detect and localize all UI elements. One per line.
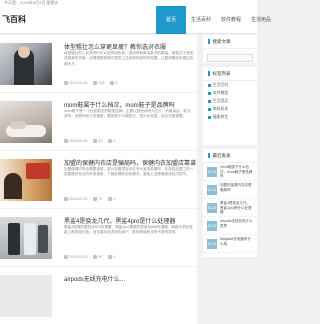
tag-link[interactable]: 数码科技	[203, 105, 257, 113]
recent-title[interactable]: airpods无线充电什么意思	[220, 219, 253, 233]
post-thumbnail[interactable]	[0, 275, 52, 317]
post-meta: 2024-05-03 95 0	[64, 255, 115, 260]
post-title[interactable]: 黑鲨4是骁龙几代，黑鲨4pro是什么处理器	[64, 216, 196, 225]
post-meta: 2024-05-03 81 0	[64, 139, 115, 144]
recent-posts-widget: 最近发表 11-03 mom鞋属于什么档次，mom鞋子是品牌吗 11-03 加盟…	[203, 149, 257, 257]
post-thumbnail[interactable]	[0, 101, 52, 143]
site-header: 飞百科 首页 生活百科 软件教程 生活用品	[0, 5, 271, 34]
eye-icon	[93, 139, 98, 144]
post-card[interactable]: 体型粗壮怎么穿更显瘦？教你选对衣服 体型粗壮的人在穿衣时可以选择深色系、直线条和…	[0, 35, 197, 92]
post-excerpt: 黑鲨4搭载的是骁龙870处理器，黑鲨4pro搭载的是骁龙888处理器，两款手机在…	[64, 225, 193, 235]
post-comments: 0	[110, 81, 117, 86]
eye-icon	[93, 81, 98, 86]
post-excerpt: mom鞋子是一个比较常见的鞋类品牌，主要以舒适休闲为主打，价格亲民，款式多样，深…	[64, 109, 191, 119]
post-date: 2024-05-03	[64, 81, 87, 86]
site-logo[interactable]: 飞百科	[0, 14, 26, 25]
widget-title: 最近发表	[203, 149, 257, 163]
tag-link[interactable]: 软件教程	[203, 89, 257, 97]
tag-link[interactable]: 生活百科	[203, 81, 257, 89]
recent-title[interactable]: 黑鲨4是骁龙几代，黑鲨4pro是什么处理器	[220, 201, 253, 215]
post-date: 2024-05-03	[64, 197, 87, 202]
post-card[interactable]: airpods无线充电什么…	[0, 267, 197, 324]
post-comments: 0	[108, 255, 115, 260]
tags-widget: 标签列表 生活百科 软件教程 生活用品 数码科技 健康养生	[203, 67, 257, 145]
post-card[interactable]: 黑鲨4是骁龙几代，黑鲨4pro是什么处理器 黑鲨4搭载的是骁龙870处理器，黑鲨…	[0, 209, 197, 266]
tag-link[interactable]: 生活用品	[203, 97, 257, 105]
post-thumbnail[interactable]	[0, 217, 52, 259]
recent-date: 11-03	[207, 203, 217, 213]
post-excerpt: 体型粗壮的人在穿衣时可以选择深色系、直线条和简洁款式的服装，避免过于宽松或紧身的…	[64, 51, 194, 66]
clock-icon	[64, 255, 68, 260]
post-title[interactable]: 体型粗壮怎么穿更显瘦？教你选对衣服	[64, 42, 196, 51]
post-comments: 0	[108, 139, 115, 144]
post-title[interactable]: 加盟的保健内衣店是骗局吗，保健内衣加盟店靠谱吗	[64, 158, 196, 167]
clock-icon	[64, 81, 68, 86]
comment-icon	[108, 255, 113, 260]
post-views: 133	[93, 81, 104, 86]
clock-icon	[64, 197, 68, 202]
post-views: 72	[93, 197, 102, 202]
recent-date: 11-03	[207, 185, 217, 195]
recent-title[interactable]: 加盟的保健内衣店是骗局吗	[220, 183, 253, 197]
recent-title[interactable]: mom鞋属于什么档次，mom鞋子是品牌吗	[220, 165, 253, 179]
post-views: 81	[93, 139, 102, 144]
post-date: 2024-05-03	[64, 255, 87, 260]
recent-post-item[interactable]: 11-02 airpods无线充电什么意思	[203, 217, 257, 235]
date-text: 今天是：2024年5月3日 星期五	[4, 0, 59, 5]
nav-software[interactable]: 软件教程	[216, 6, 246, 34]
recent-date: 11-03	[207, 167, 217, 177]
post-comments: 0	[108, 197, 115, 202]
recent-title[interactable]: Magsafe充电器有什么用	[220, 237, 253, 251]
search-widget: 搜索文章	[203, 35, 257, 63]
post-meta: 2024-05-03 72 0	[64, 197, 115, 202]
comment-icon	[110, 81, 115, 86]
post-card[interactable]: 加盟的保健内衣店是骗局吗，保健内衣加盟店靠谱吗 加盟保健内衣店需要谨慎，部分加盟…	[0, 151, 197, 208]
nav-goods[interactable]: 生活用品	[246, 6, 276, 34]
tag-link[interactable]: 健康养生	[203, 113, 257, 121]
recent-post-item[interactable]: 11-03 黑鲨4是骁龙几代，黑鲨4pro是什么处理器	[203, 199, 257, 217]
recent-post-item[interactable]: 11-03 加盟的保健内衣店是骗局吗	[203, 181, 257, 199]
eye-icon	[93, 197, 98, 202]
widget-title: 标签列表	[203, 67, 257, 81]
widget-title: 搜索文章	[203, 35, 257, 49]
recent-post-item[interactable]: 11-03 mom鞋属于什么档次，mom鞋子是品牌吗	[203, 163, 257, 181]
post-title[interactable]: airpods无线充电什么…	[64, 274, 196, 283]
comment-icon	[108, 197, 113, 202]
search-input[interactable]	[207, 54, 253, 62]
post-thumbnail[interactable]	[0, 43, 52, 85]
post-excerpt: 加盟保健内衣店需要谨慎，部分加盟项目存在夸大宣传的情况，在选择加盟之前一定要做好…	[64, 167, 194, 177]
comment-icon	[108, 139, 113, 144]
clock-icon	[64, 139, 68, 144]
post-date: 2024-05-03	[64, 139, 87, 144]
post-title[interactable]: mom鞋属于什么档次，mom鞋子是品牌吗	[64, 100, 196, 109]
eye-icon	[93, 255, 98, 260]
post-meta: 2024-05-03 133 0	[64, 81, 117, 86]
recent-date: 11-02	[207, 239, 217, 249]
nav-home[interactable]: 首页	[156, 5, 186, 34]
post-card[interactable]: mom鞋属于什么档次，mom鞋子是品牌吗 mom鞋子是一个比较常见的鞋类品牌，主…	[0, 93, 197, 150]
recent-post-item[interactable]: 11-02 Magsafe充电器有什么用	[203, 235, 257, 253]
recent-date: 11-02	[207, 221, 217, 231]
post-thumbnail[interactable]	[0, 159, 52, 201]
post-views: 95	[93, 255, 102, 260]
main-nav: 首页 生活百科 软件教程 生活用品	[156, 5, 276, 34]
nav-life[interactable]: 生活百科	[186, 6, 216, 34]
